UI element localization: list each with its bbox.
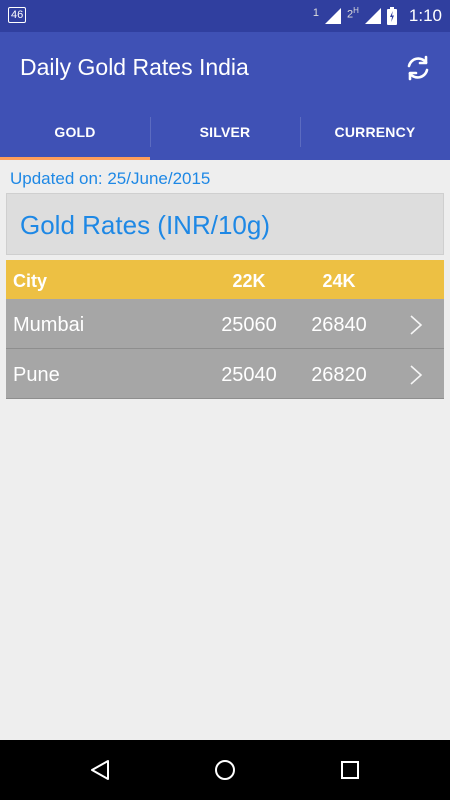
chevron-right-icon: [410, 315, 423, 335]
status-bar: 46 1 2H 1:10: [0, 0, 450, 32]
nav-back-button[interactable]: [85, 756, 115, 784]
tab-silver[interactable]: SILVER: [150, 104, 300, 160]
nav-recents-button[interactable]: [335, 756, 365, 784]
nav-home-icon: [215, 760, 235, 780]
nav-home-button[interactable]: [210, 756, 240, 784]
refresh-icon: [407, 55, 429, 81]
signal-icon: [325, 8, 341, 24]
city-name: Mumbai: [13, 314, 85, 336]
header-city: City: [13, 271, 48, 291]
rates-table: City 22K 24K Mumbai 25060 26840 Pune 250…: [6, 260, 444, 399]
battery-icon: [386, 7, 397, 25]
rate-24k: 26840: [311, 314, 367, 336]
table-row-pune[interactable]: Pune 25040 26820: [6, 349, 444, 399]
section-title: Gold Rates (INR/10g): [20, 210, 270, 240]
app-bar: Daily Gold Rates India: [0, 32, 450, 104]
header-22k: 22K: [232, 271, 266, 291]
rate-22k: 25040: [221, 364, 277, 386]
signal-icon: [364, 8, 381, 24]
network-type-badge: 46: [8, 7, 27, 23]
clock: 1:10: [408, 6, 442, 25]
tab-gold[interactable]: GOLD: [0, 104, 150, 160]
sim1-label: 1: [312, 7, 319, 19]
chevron-right-icon: [410, 365, 423, 385]
refresh-button[interactable]: [400, 50, 436, 86]
table-row-mumbai[interactable]: Mumbai 25060 26840: [6, 299, 444, 349]
tab-bar: GOLD SILVER CURRENCY: [0, 104, 450, 160]
nav-back-icon: [91, 760, 109, 780]
navigation-bar: [0, 740, 450, 800]
rate-24k: 26820: [311, 364, 367, 386]
app-title: Daily Gold Rates India: [20, 54, 249, 80]
table-header-row: City 22K 24K: [6, 260, 444, 299]
sim2-label: 2H: [347, 5, 359, 21]
section-header: Gold Rates (INR/10g): [6, 193, 444, 255]
rate-22k: 25060: [221, 314, 277, 336]
updated-on-text: Updated on: 25/June/2015: [10, 169, 211, 188]
tab-currency[interactable]: CURRENCY: [300, 104, 450, 160]
header-24k: 24K: [322, 271, 356, 291]
status-indicators: 1 2H 1:10: [313, 0, 442, 32]
nav-recents-icon: [341, 761, 359, 779]
city-name: Pune: [13, 364, 60, 386]
